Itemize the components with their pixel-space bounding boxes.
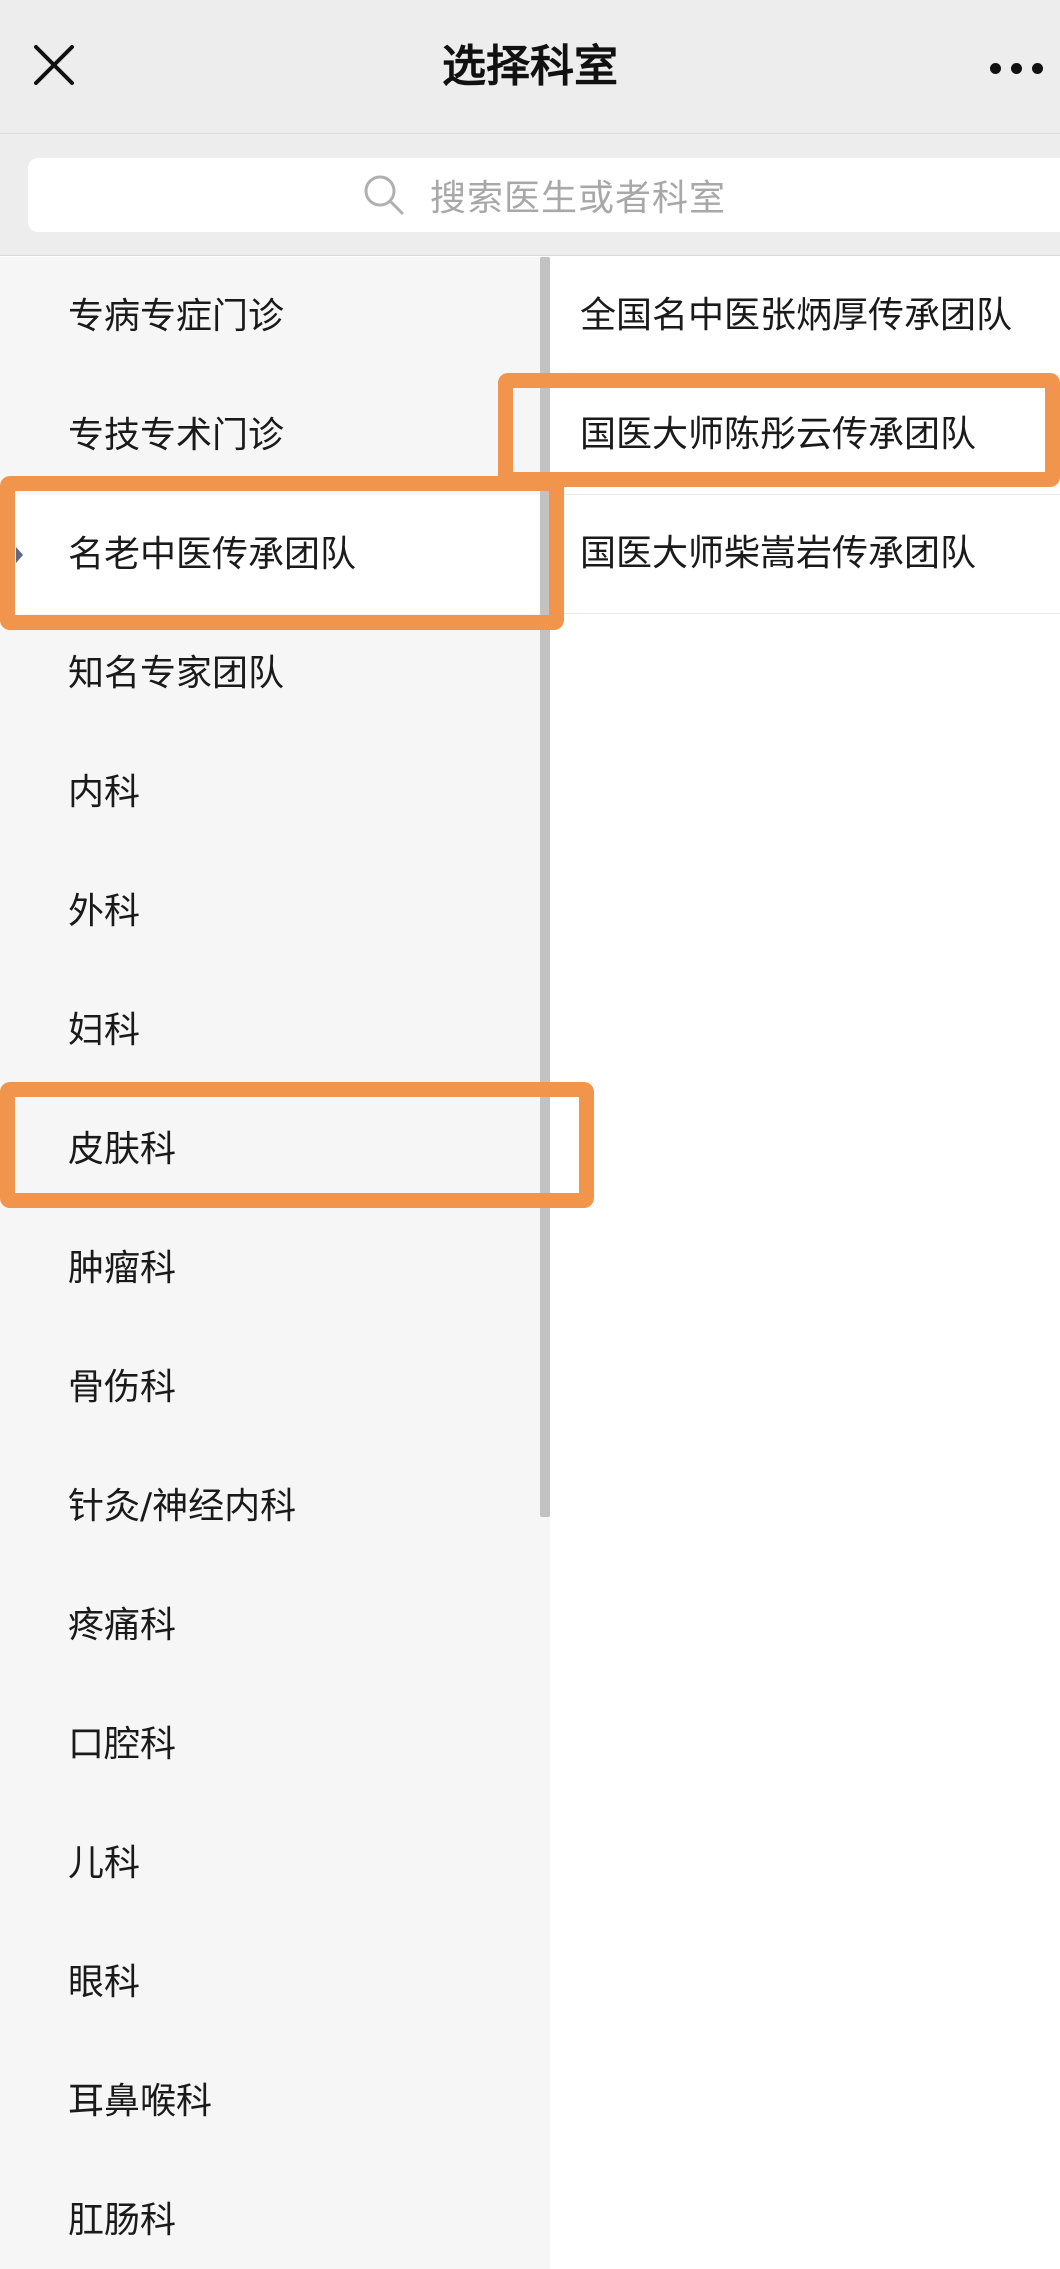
department-item[interactable]: 外科 (0, 852, 550, 971)
department-label: 耳鼻喉科 (68, 2081, 213, 2122)
department-label: 知名专家团队 (68, 653, 285, 694)
team-label: 全国名中医张炳厚传承团队 (580, 295, 1013, 336)
department-item[interactable]: 骨伤科 (0, 1328, 550, 1447)
department-item[interactable]: 知名专家团队 (0, 614, 550, 733)
department-label: 专技专术门诊 (68, 415, 285, 456)
team-item[interactable]: 国医大师柴嵩岩传承团队 (550, 495, 1060, 614)
department-label: 肛肠科 (68, 2200, 177, 2241)
department-label: 疼痛科 (68, 1605, 177, 1646)
page-title: 选择科室 (442, 41, 618, 92)
department-label: 针灸/神经内科 (68, 1486, 297, 1527)
close-icon (34, 45, 74, 85)
department-item[interactable]: 专病专症门诊 (0, 257, 550, 376)
department-item[interactable]: 针灸/神经内科 (0, 1447, 550, 1566)
department-label: 外科 (68, 891, 141, 932)
department-label: 眼科 (68, 1962, 141, 2003)
department-item[interactable]: 肛肠科 (0, 2161, 550, 2269)
department-list: 专病专症门诊 专技专术门诊 名老中医传承团队 知名专家团队 内科 外科 妇科 皮… (0, 257, 550, 2269)
department-label: 名老中医传承团队 (68, 534, 357, 575)
department-label: 骨伤科 (68, 1367, 177, 1408)
search-icon (362, 173, 406, 217)
department-label: 皮肤科 (68, 1129, 177, 1170)
department-item[interactable]: 口腔科 (0, 1685, 550, 1804)
department-label: 肿瘤科 (68, 1248, 177, 1289)
department-item[interactable]: 内科 (0, 733, 550, 852)
department-item[interactable]: 皮肤科 (0, 1090, 550, 1209)
team-label: 国医大师柴嵩岩传承团队 (580, 533, 977, 574)
nav-header: 选择科室 (0, 0, 1060, 134)
more-dots-icon (1011, 62, 1022, 74)
close-button[interactable] (22, 33, 86, 97)
team-list: 全国名中医张炳厚传承团队 国医大师陈彤云传承团队 国医大师柴嵩岩传承团队 (550, 257, 1060, 2269)
search-input[interactable]: 搜索医生或者科室 (28, 158, 1060, 232)
department-label: 内科 (68, 772, 141, 813)
more-dots-icon (1032, 62, 1043, 74)
team-label: 国医大师陈彤云传承团队 (580, 414, 977, 455)
department-list-scrollbar[interactable] (540, 257, 550, 1517)
department-item[interactable]: 耳鼻喉科 (0, 2042, 550, 2161)
more-button[interactable] (990, 50, 1060, 86)
department-item[interactable]: 眼科 (0, 1923, 550, 2042)
department-label: 口腔科 (68, 1724, 177, 1765)
search-bar-container: 搜索医生或者科室 (0, 134, 1060, 256)
department-item[interactable]: 妇科 (0, 971, 550, 1090)
department-item-active[interactable]: 名老中医传承团队 (0, 495, 550, 614)
search-placeholder: 搜索医生或者科室 (430, 178, 727, 219)
department-label: 儿科 (68, 1843, 141, 1884)
department-item[interactable]: 肿瘤科 (0, 1209, 550, 1328)
active-caret-icon (16, 546, 23, 563)
department-item[interactable]: 疼痛科 (0, 1566, 550, 1685)
department-item[interactable]: 专技专术门诊 (0, 376, 550, 495)
department-item[interactable]: 儿科 (0, 1804, 550, 1923)
more-dots-icon (990, 62, 1001, 74)
team-item[interactable]: 全国名中医张炳厚传承团队 (550, 257, 1060, 376)
department-label: 专病专症门诊 (68, 296, 285, 337)
team-item[interactable]: 国医大师陈彤云传承团队 (550, 376, 1060, 495)
department-label: 妇科 (68, 1010, 141, 1051)
